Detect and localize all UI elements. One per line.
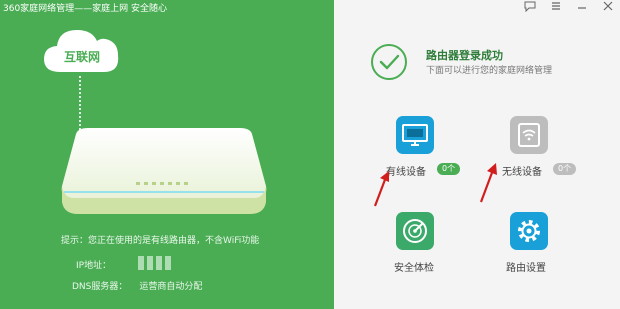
cloud-icon: 互联网 xyxy=(40,22,124,78)
gear-icon xyxy=(518,220,540,242)
radar-icon xyxy=(403,219,427,243)
minimize-icon[interactable] xyxy=(576,0,588,15)
wired-devices-button[interactable] xyxy=(396,116,434,154)
left-panel: 360家庭网络管理——家庭上网 安全随心 互联网 提示：您正在使用的是有线路由器… xyxy=(0,0,334,309)
login-success-title: 路由器登录成功 xyxy=(426,49,503,62)
ip-label: IP地址： xyxy=(76,261,112,271)
ip-address-row: IP地址： xyxy=(76,256,171,271)
dns-value: 运营商自动分配 xyxy=(139,282,203,292)
feedback-icon[interactable] xyxy=(524,0,536,15)
annotation-arrow-wireless xyxy=(479,163,497,203)
annotation-arrow-wired xyxy=(373,171,389,207)
dns-row: DNS服务器： 运营商自动分配 xyxy=(72,279,202,292)
menu-icon[interactable] xyxy=(550,0,562,15)
wireless-devices-count-badge: 0个 xyxy=(553,163,577,175)
wireless-devices-button[interactable] xyxy=(510,116,548,154)
router-settings-button[interactable] xyxy=(510,212,548,250)
wired-devices-count-badge: 0个 xyxy=(437,163,461,175)
router-settings-label[interactable]: 路由设置 xyxy=(506,259,546,274)
ip-value-blurred xyxy=(138,256,184,270)
cloud-label: 互联网 xyxy=(63,50,100,64)
window-controls xyxy=(524,0,614,15)
app-title: 360家庭网络管理——家庭上网 安全随心 xyxy=(3,4,168,14)
monitor-icon xyxy=(402,124,428,146)
login-success-subtitle: 下面可以进行您的家庭网络管理 xyxy=(426,66,553,76)
security-check-button[interactable] xyxy=(396,212,434,250)
close-icon[interactable] xyxy=(602,0,614,15)
security-check-label[interactable]: 安全体检 xyxy=(394,259,434,274)
router-illustration xyxy=(58,126,270,218)
dns-label: DNS服务器： xyxy=(72,282,128,292)
wireless-devices-label[interactable]: 无线设备 xyxy=(502,163,542,178)
tablet-wifi-icon xyxy=(518,123,540,147)
router-hint-text: 提示：您正在使用的是有线路由器，不含WiFi功能 xyxy=(61,236,260,246)
success-check-icon xyxy=(371,44,407,80)
